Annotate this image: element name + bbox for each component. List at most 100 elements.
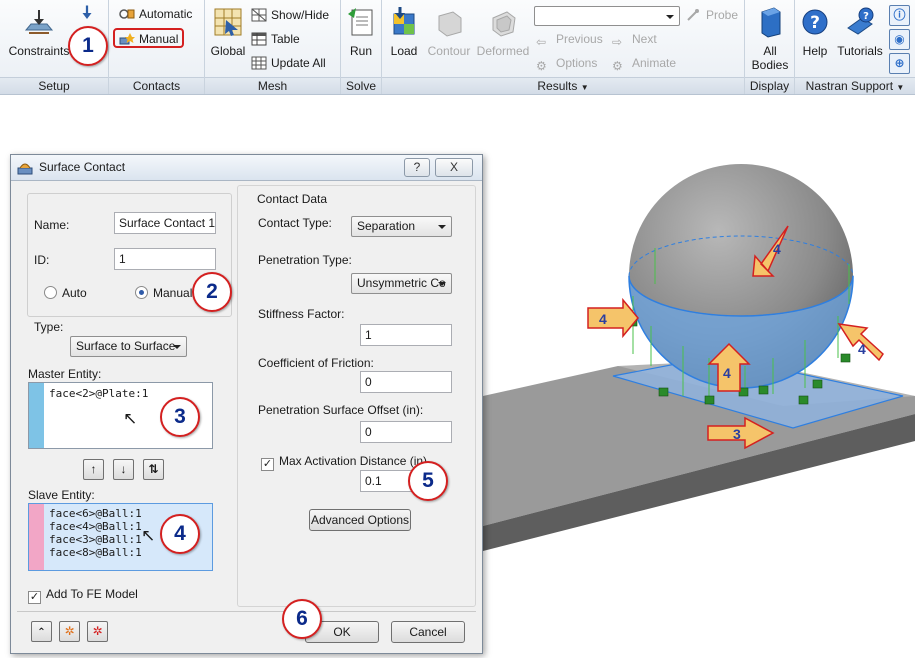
- manual-radio[interactable]: Manual: [135, 286, 192, 300]
- callout-1: 1: [68, 26, 108, 66]
- max-activation-checkbox[interactable]: ✓ Max Activation Distance (in): [261, 454, 427, 471]
- update-all-button[interactable]: Update All: [251, 54, 326, 74]
- penetration-type-select[interactable]: Unsymmetric Co: [351, 273, 452, 294]
- list-item[interactable]: face<8>@Ball:1: [49, 546, 142, 559]
- constraints-button[interactable]: Constraints: [6, 6, 72, 58]
- load-label: Load: [390, 44, 418, 58]
- manual-button[interactable]: Manual: [113, 28, 185, 48]
- solve-group-label: Solve: [341, 77, 381, 94]
- tutorials-button[interactable]: ? Tutorials: [835, 6, 885, 58]
- deformed-label: Deformed: [476, 44, 530, 58]
- offset-field[interactable]: 0: [360, 421, 452, 443]
- callout-4: 4: [160, 514, 200, 554]
- list-item[interactable]: face<6>@Ball:1: [49, 507, 142, 520]
- star-orange-icon: ✲: [64, 624, 75, 638]
- svg-text:?: ?: [810, 13, 820, 33]
- auto-label: Auto: [62, 286, 87, 300]
- ribbon-group-nastran-support: ? Help ? Tutorials ⓘ ◉ ⊕ Nastran Support…: [795, 0, 915, 94]
- nastran-support-group-label[interactable]: Nastran Support ▼: [795, 77, 915, 94]
- friction-field[interactable]: 0: [360, 371, 452, 393]
- move-up-button[interactable]: ↑: [83, 459, 104, 480]
- contour-button[interactable]: Contour: [426, 6, 472, 58]
- callout-2: 2: [192, 272, 232, 312]
- radio-off-icon: [44, 286, 57, 299]
- swap-button[interactable]: ⇅: [143, 459, 164, 480]
- type-select[interactable]: Surface to Surface: [70, 336, 187, 357]
- highlight-slave-button[interactable]: ✲: [87, 621, 108, 642]
- info-button[interactable]: ⓘ: [889, 5, 910, 26]
- global-label: Global: [210, 44, 246, 58]
- probe-icon: [687, 9, 699, 21]
- table-label: Table: [271, 32, 300, 46]
- cancel-button[interactable]: Cancel: [391, 621, 465, 643]
- add-to-fe-checkbox[interactable]: ✓ Add To FE Model: [28, 587, 138, 604]
- callout-3: 3: [160, 397, 200, 437]
- svg-text:?: ?: [863, 11, 869, 22]
- help-icon: ?: [802, 9, 828, 35]
- help-label: Help: [802, 44, 828, 58]
- arrow-label-4a: 4: [773, 241, 781, 257]
- master-entity-label: Master Entity:: [28, 367, 102, 381]
- stiffness-factor-field[interactable]: 1: [360, 324, 452, 346]
- next-button[interactable]: ⇨ Next: [612, 30, 657, 50]
- model-viewport[interactable]: 4 4 4 4 3: [483, 96, 915, 658]
- dialog-titlebar[interactable]: Surface Contact ? X: [11, 155, 482, 181]
- friction-label: Coefficient of Friction:: [258, 356, 374, 370]
- viewport-arrow-ball-left: 4: [587, 297, 639, 339]
- probe-button[interactable]: Probe: [686, 6, 738, 26]
- move-down-button[interactable]: ↓: [113, 459, 134, 480]
- mouse-cursor-icon: ↖: [123, 409, 138, 429]
- deformed-button[interactable]: Deformed: [476, 6, 530, 58]
- dialog-help-button[interactable]: ?: [404, 158, 430, 177]
- probe-label: Probe: [706, 8, 739, 22]
- show-hide-label: Show/Hide: [271, 8, 330, 22]
- arrow-up-icon: ↑: [90, 462, 97, 476]
- animate-icon: ⚙: [612, 59, 623, 73]
- global-mesh-button[interactable]: Global: [209, 6, 247, 58]
- ribbon-group-display: All Bodies Display: [745, 0, 795, 94]
- arrow-right-icon: ⇨: [612, 35, 623, 49]
- name-field[interactable]: Surface Contact 1: [114, 212, 216, 234]
- run-button[interactable]: Run: [344, 6, 378, 58]
- chevron-down-icon: ▼: [896, 83, 905, 92]
- options-button[interactable]: ⚙ Options: [536, 54, 597, 74]
- id-field[interactable]: 1: [114, 248, 216, 270]
- help-button[interactable]: ? Help: [799, 6, 831, 58]
- highlight-master-button[interactable]: ✲: [59, 621, 80, 642]
- table-button[interactable]: Table: [251, 30, 300, 50]
- chevron-down-icon: [173, 345, 181, 349]
- expand-button[interactable]: ⌃: [31, 621, 52, 642]
- dialog-close-button[interactable]: X: [435, 158, 473, 177]
- ribbon-group-contacts: Automatic Manual Contacts: [109, 0, 205, 94]
- community-button[interactable]: ◉: [889, 29, 910, 50]
- advanced-options-button[interactable]: Advanced Options: [309, 509, 411, 531]
- type-value: Surface to Surface: [76, 339, 176, 353]
- penetration-type-value: Unsymmetric Co: [357, 276, 446, 290]
- manual-contact-icon: [119, 33, 135, 45]
- results-group-label[interactable]: Results ▼: [382, 77, 744, 94]
- load-results-button[interactable]: Load: [386, 6, 422, 58]
- all-bodies-label-2: Bodies: [751, 58, 789, 72]
- all-bodies-icon: [761, 7, 781, 38]
- table-icon: [251, 32, 267, 46]
- contact-data-group: Contact Data Contact Type: Separation Pe…: [237, 185, 476, 607]
- list-item[interactable]: face<3>@Ball:1: [49, 533, 142, 546]
- web-button[interactable]: ⊕: [889, 53, 910, 74]
- master-color-strip: [29, 383, 44, 448]
- auto-radio[interactable]: Auto: [44, 286, 87, 300]
- previous-button[interactable]: ⇦ Previous: [536, 30, 603, 50]
- all-bodies-button[interactable]: All Bodies: [749, 6, 791, 72]
- mouse-cursor-icon: ↖: [141, 526, 156, 546]
- constraints-label: Constraints: [8, 44, 70, 58]
- automatic-button[interactable]: Automatic: [119, 5, 192, 25]
- animate-button[interactable]: ⚙ Animate: [612, 54, 676, 74]
- list-item[interactable]: face<2>@Plate:1: [49, 387, 148, 400]
- star-red-icon: ✲: [92, 624, 103, 638]
- load-arrow-icon: [82, 5, 92, 19]
- results-dropdown[interactable]: [534, 6, 680, 26]
- list-item[interactable]: face<4>@Ball:1: [49, 520, 142, 533]
- arrow-down-icon: ↓: [120, 462, 127, 476]
- previous-label: Previous: [556, 32, 603, 46]
- contact-type-select[interactable]: Separation: [351, 216, 452, 237]
- show-hide-button[interactable]: Show/Hide: [251, 6, 329, 26]
